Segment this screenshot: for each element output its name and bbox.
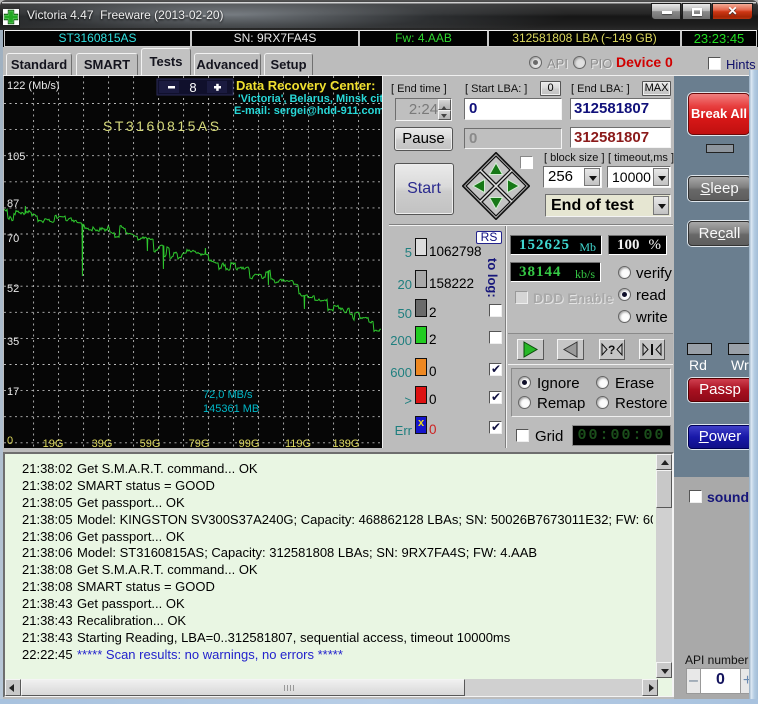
svg-text:ST3160815AS: ST3160815AS	[103, 118, 222, 134]
svg-text:0: 0	[7, 435, 13, 447]
svg-text:Data Recovery Center:: Data Recovery Center:	[236, 78, 375, 93]
svg-text:35: 35	[7, 336, 19, 348]
svg-text:52: 52	[7, 283, 19, 295]
svg-text:105: 105	[7, 151, 25, 163]
svg-text:17: 17	[7, 386, 19, 398]
svg-text:145361 MB: 145361 MB	[203, 403, 259, 415]
svg-text:87: 87	[7, 198, 19, 210]
svg-text:122 (Mb/s): 122 (Mb/s)	[7, 80, 60, 92]
svg-text:8: 8	[189, 80, 196, 95]
svg-text:72,0 MB/s: 72,0 MB/s	[203, 389, 253, 401]
svg-text:70: 70	[7, 233, 19, 245]
svg-text:?: ?	[608, 343, 615, 357]
svg-text:E-mail: sergei@hdd-911.com: E-mail: sergei@hdd-911.com	[234, 105, 382, 117]
svg-text:'Victoria', Belarus, Minsk cit: 'Victoria', Belarus, Minsk city	[238, 93, 382, 105]
